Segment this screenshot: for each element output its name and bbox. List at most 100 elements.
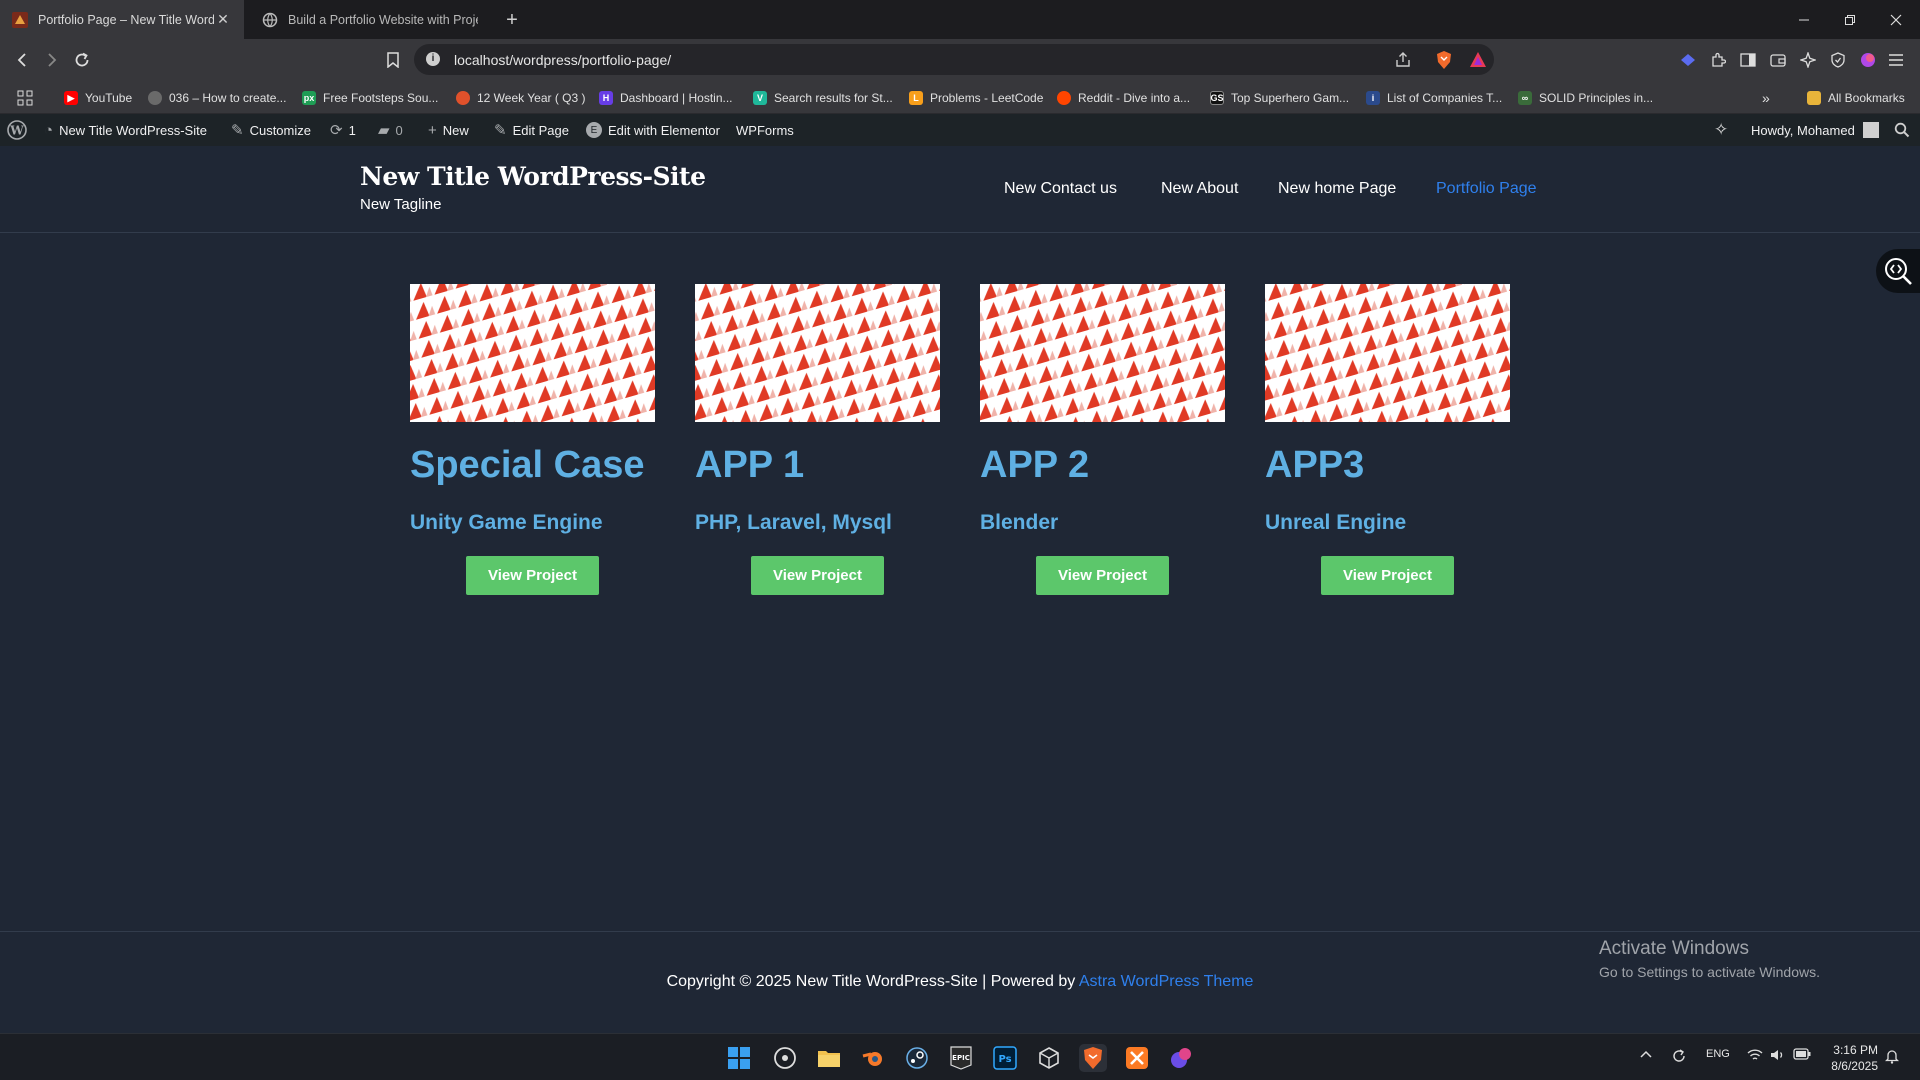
taskbar-steam[interactable] [903,1044,931,1072]
taskbar-unity-hub[interactable] [1035,1044,1063,1072]
view-project-button[interactable]: View Project [1321,556,1454,595]
leetcode-icon: L [909,91,923,105]
portfolio-thumbnail[interactable] [1265,284,1510,422]
minimize-button[interactable] [1781,0,1827,39]
profile-avatar-icon[interactable] [1858,50,1878,70]
bookmark-list-of-companies[interactable]: i List of Companies T... [1366,88,1502,108]
zoom-code-icon [1885,258,1912,285]
brave-rewards-icon[interactable] [1469,51,1487,68]
bookmark-12-week-year[interactable]: 12 Week Year ( Q3 ) [456,88,586,108]
taskbar-obs[interactable] [771,1044,799,1072]
youtube-icon: ▶ [64,91,78,105]
taskbar-photoshop[interactable]: Ps [991,1044,1019,1072]
more-bookmarks-button[interactable]: » [1762,88,1770,108]
portfolio-subtitle: PHP, Laravel, Mysql [695,511,892,534]
view-project-button[interactable]: View Project [466,556,599,595]
bookmark-reddit[interactable]: Reddit - Dive into a... [1057,88,1190,108]
tab-portfolio-page[interactable]: Portfolio Page – New Title WordPress-Sit… [0,0,244,39]
address-bar[interactable]: i localhost/wordpress/portfolio-page/ [414,44,1494,75]
forward-button[interactable] [40,48,64,72]
bookmark-search-results[interactable]: V Search results for St... [753,88,893,108]
taskbar-xampp[interactable] [1123,1044,1151,1072]
close-window-button[interactable] [1873,0,1919,39]
brave-profile-icon [1171,1048,1191,1068]
bookmark-youtube[interactable]: ▶ YouTube [64,88,132,108]
bookmark-label: Problems - LeetCode [930,91,1044,105]
accessibility-zoom-button[interactable] [1876,249,1920,293]
wallet-icon[interactable] [1768,50,1788,70]
bookmark-leetcode[interactable]: L Problems - LeetCode [909,88,1043,108]
view-project-button[interactable]: View Project [751,556,884,595]
nav-new-home-page[interactable]: New home Page [1278,180,1396,198]
network-button[interactable] [1747,1048,1763,1065]
extensions-puzzle-icon[interactable] [1708,50,1728,70]
bookmark-label: Search results for St... [774,91,893,105]
volume-button[interactable] [1770,1048,1786,1065]
url-text[interactable]: localhost/wordpress/portfolio-page/ [454,52,671,68]
language-indicator[interactable]: ENG [1706,1048,1730,1060]
site-title[interactable]: New Title WordPress-Site [360,162,706,191]
portfolio-thumbnail[interactable] [695,284,940,422]
menu-hamburger-icon[interactable] [1886,50,1906,70]
admin-site-label: New Title WordPress-Site [59,122,207,138]
apps-grid-button[interactable] [17,88,33,108]
taskbar-brave-browser[interactable] [1079,1044,1107,1072]
view-project-button[interactable]: View Project [1036,556,1169,595]
portfolio-thumbnail[interactable] [410,284,655,422]
nav-portfolio-page[interactable]: Portfolio Page [1436,180,1537,198]
notifications-button[interactable] [1884,1048,1900,1067]
extension-vpn-icon[interactable] [1678,50,1698,70]
site-info-icon[interactable]: i [426,52,440,66]
show-hidden-icons-button[interactable] [1640,1048,1652,1062]
folder-icon [818,1051,840,1067]
bookmark-036-how-to-create[interactable]: 036 – How to create... [148,88,286,108]
sync-tray-button[interactable] [1671,1048,1687,1067]
bookmark-page-button[interactable] [381,48,405,72]
taskbar-epic-games[interactable]: EPIC [947,1044,975,1072]
taskbar-file-explorer[interactable] [815,1044,843,1072]
taskbar-brave-profile[interactable] [1167,1044,1195,1072]
tab-close-icon[interactable]: ✕ [214,11,232,28]
back-button[interactable] [10,48,34,72]
admin-customize[interactable]: ✎ Customize [231,114,311,146]
updates-count: 1 [348,122,356,138]
admin-updates[interactable]: ⟳ 1 [330,114,356,146]
sidebar-toggle-icon[interactable] [1738,50,1758,70]
tab-title: Portfolio Page – New Title WordPress-Sit… [38,12,214,27]
restore-button[interactable] [1827,0,1873,39]
brave-shields-icon[interactable] [1435,50,1453,70]
admin-search[interactable] [1894,114,1910,146]
admin-ai-button[interactable]: ✧ [1714,114,1728,146]
new-tab-button[interactable]: + [500,8,524,32]
all-bookmarks-folder[interactable]: All Bookmarks [1807,88,1905,108]
admin-comments[interactable]: ▰ 0 [378,114,403,146]
battery-button[interactable] [1793,1048,1811,1063]
taskbar-blender[interactable] [859,1044,887,1072]
bookmark-free-footsteps[interactable]: px Free Footsteps Sou... [302,88,438,108]
admin-site-name[interactable]: ◔ New Title WordPress-Site [44,114,207,146]
tab-build-portfolio[interactable]: Build a Portfolio Website with Project [250,0,490,39]
bookmark-top-superhero[interactable]: GS Top Superhero Gam... [1210,88,1349,108]
vpn-shield-icon[interactable] [1828,50,1848,70]
admin-edit-page[interactable]: ✎ Edit Page [494,114,569,146]
admin-account[interactable]: Howdy, Mohamed [1751,114,1879,146]
nav-new-about[interactable]: New About [1161,180,1238,198]
nav-new-contact-us[interactable]: New Contact us [1004,180,1117,198]
admin-wpforms[interactable]: WPForms [736,114,794,146]
admin-edit-page-label: Edit Page [512,122,569,138]
bookmark-label: Reddit - Dive into a... [1078,91,1191,105]
reload-button[interactable] [70,48,94,72]
system-clock[interactable]: 3:16 PM 8/6/2025 [1826,1042,1878,1074]
share-icon[interactable] [1394,51,1412,69]
admin-new[interactable]: + New [428,114,469,146]
bookmark-dashboard-hostinger[interactable]: H Dashboard | Hostin... [599,88,733,108]
wordpress-logo-button[interactable]: W [7,114,27,146]
gs-icon: GS [1210,91,1224,105]
bookmark-solid-principles[interactable]: ∞ SOLID Principles in... [1518,88,1653,108]
arrow-right-icon [48,53,57,67]
admin-edit-elementor[interactable]: E Edit with Elementor [586,114,720,146]
portfolio-thumbnail[interactable] [980,284,1225,422]
leo-ai-icon[interactable] [1798,50,1818,70]
astra-theme-link[interactable]: Astra WordPress Theme [1079,973,1254,990]
start-button[interactable] [725,1044,753,1072]
